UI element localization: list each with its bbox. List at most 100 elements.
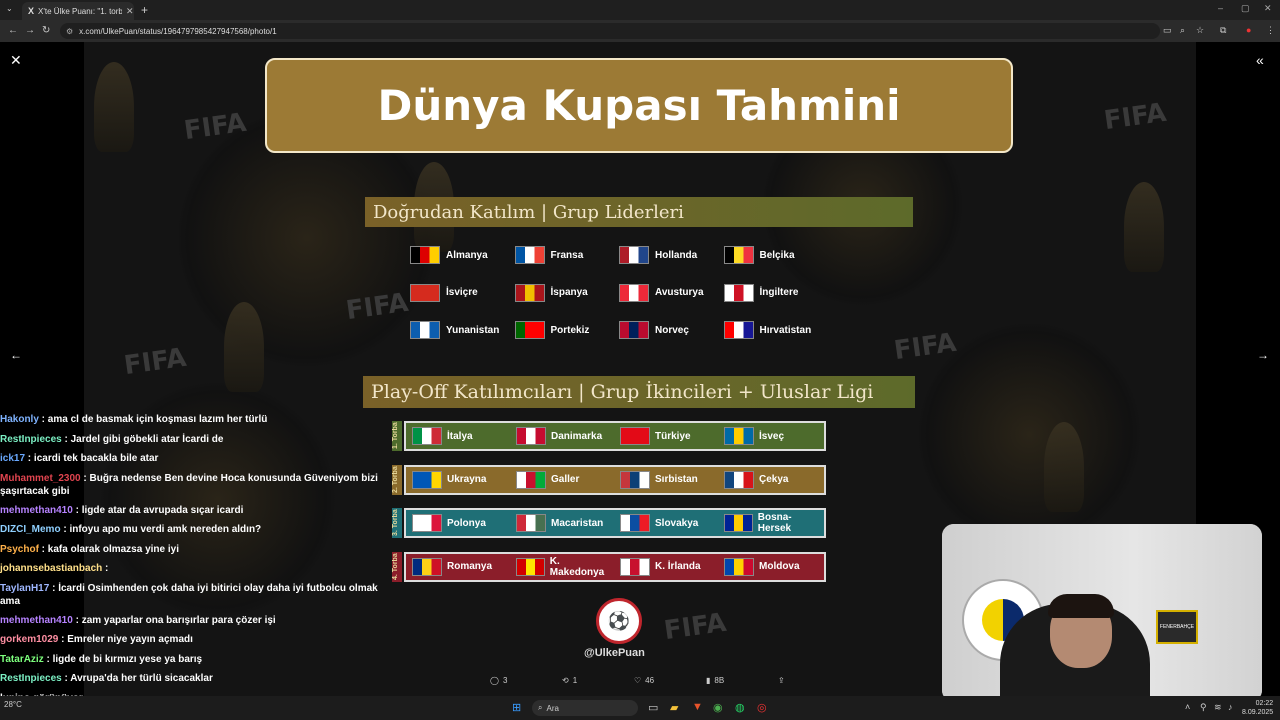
- views-count: 8B: [714, 676, 725, 685]
- profile-icon[interactable]: ●: [1246, 25, 1251, 35]
- clock-date: 8.09.2025: [1242, 709, 1274, 716]
- like-button[interactable]: ♡ 46: [634, 676, 654, 685]
- trophy-decoration: [94, 62, 134, 152]
- taskbar-search[interactable]: ⌕ Ara: [532, 700, 638, 716]
- wifi-icon[interactable]: ≋: [1214, 702, 1222, 713]
- chat-separator: :: [61, 433, 71, 445]
- share-button[interactable]: ⇪: [778, 676, 785, 685]
- whatsapp-icon[interactable]: ◍: [735, 701, 745, 714]
- country-name: Slovakya: [655, 517, 699, 529]
- forward-icon[interactable]: →: [25, 25, 35, 36]
- leader-item: Hollanda: [619, 246, 697, 264]
- chat-separator: :: [43, 653, 53, 665]
- chat-message: Hakonly : ama cl de basmak için koşması …: [0, 410, 400, 430]
- next-photo-icon[interactable]: →: [1257, 348, 1269, 362]
- collapse-panel-icon[interactable]: «: [1256, 52, 1264, 68]
- chat-text: infoyu apo mu verdi amk nereden aldın?: [69, 524, 262, 535]
- chat-message: gorkem1029 : Emreler niye yayın açmadı: [0, 630, 400, 650]
- taskbar-search-placeholder: Ara: [546, 703, 559, 713]
- chat-username[interactable]: RestInpieces: [0, 673, 62, 684]
- flag-england-icon: [723, 283, 754, 302]
- pot-country: Polonya: [406, 514, 510, 532]
- windows-start-icon[interactable]: ⊞: [512, 701, 521, 714]
- volume-icon[interactable]: ♪: [1228, 702, 1233, 712]
- chat-username[interactable]: Psychof: [0, 544, 39, 555]
- browser-tab[interactable]: X X'te Ülke Puanı: "1. torbada yer ✕: [22, 2, 134, 20]
- new-tab-button[interactable]: +: [141, 3, 148, 17]
- site-info-icon[interactable]: ⚙: [66, 27, 73, 36]
- tray-chevron-icon[interactable]: ˄: [1185, 702, 1190, 712]
- chat-username[interactable]: mehmethan410: [0, 505, 73, 516]
- search-icon: ⌕: [538, 703, 543, 712]
- flag-netherlands-icon: [619, 246, 649, 264]
- views-button[interactable]: ▮ 8B: [706, 676, 724, 685]
- zoom-icon[interactable]: ⌕: [1180, 25, 1185, 36]
- bookmark-star-icon[interactable]: ☆: [1196, 25, 1204, 36]
- trophy-decoration: [1124, 182, 1164, 272]
- weather-widget[interactable]: 28°C: [4, 700, 22, 709]
- chat-username[interactable]: DIZCI_Memo: [0, 524, 61, 535]
- country-flag-icon: [724, 514, 753, 532]
- stream-chat-overlay: Hakonly : ama cl de basmak için koşması …: [0, 410, 400, 708]
- section-leaders-title: Doğrudan Katılım | Grup Liderleri: [365, 197, 913, 227]
- country-name: İtalya: [447, 430, 473, 442]
- image-title: Dünya Kupası Tahmini: [377, 81, 901, 130]
- taskbar-clock[interactable]: 02:22 8.09.2025: [1242, 699, 1273, 717]
- reload-icon[interactable]: ↻: [42, 25, 50, 36]
- pot-row: Ukrayna Galler Sırbistan Çekya: [404, 464, 826, 495]
- flag-france-icon: [514, 246, 545, 264]
- maximize-icon[interactable]: ▢: [1241, 3, 1250, 14]
- flag-croatia-icon: [723, 321, 754, 339]
- chat-message: ick17 : icardi tek bacakla bile atar: [0, 449, 400, 469]
- cast-icon[interactable]: ▭: [1163, 25, 1172, 36]
- flag-spain-icon: [514, 283, 545, 302]
- brave-browser-icon[interactable]: ▼: [692, 701, 703, 713]
- pot-row: İtalya Danimarka Türkiye İsveç: [404, 421, 826, 451]
- pot-country: Macaristan: [510, 514, 614, 532]
- chat-username[interactable]: TatarAziz: [0, 654, 44, 665]
- pot-country: Danimarka: [510, 427, 614, 445]
- task-view-icon[interactable]: ▭: [648, 701, 658, 714]
- country-name: Türkiye: [655, 430, 691, 442]
- address-bar[interactable]: ⚙ x.com/UlkePuan/status/1964797985427947…: [60, 23, 1160, 39]
- reply-button[interactable]: ◯ 3: [490, 676, 507, 685]
- chat-username[interactable]: Muhammet_2300: [0, 473, 81, 484]
- chat-username[interactable]: gorkem1029: [0, 634, 58, 645]
- country-flag-icon: [620, 514, 650, 532]
- leader-item: Fransa: [514, 246, 583, 264]
- repost-button[interactable]: ⟲ 1: [562, 676, 577, 685]
- tab-search-icon[interactable]: ⌄: [6, 4, 13, 13]
- pot-country: Romanya: [406, 557, 510, 576]
- webcam-overlay: FENERBAHÇE: [942, 524, 1262, 702]
- app-icon[interactable]: ◎: [757, 701, 767, 714]
- chat-username[interactable]: mehmethan410: [0, 615, 73, 626]
- browser-tabbar: ⌄ X X'te Ülke Puanı: "1. torbada yer ✕ +…: [0, 0, 1280, 20]
- chat-message: Muhammet_2300 : Buğra nedense Ben devine…: [0, 469, 400, 501]
- country-name: Bosna-Hersek: [757, 512, 792, 534]
- pot-country: İtalya: [406, 427, 510, 445]
- chat-text: zam yaparlar ona barışırlar para çözer i…: [81, 614, 276, 626]
- previous-photo-icon[interactable]: ←: [10, 348, 22, 362]
- back-icon[interactable]: ←: [8, 25, 18, 36]
- menu-icon[interactable]: ⋮: [1266, 25, 1275, 36]
- extensions-icon[interactable]: ⧉: [1220, 25, 1226, 36]
- leader-name: Portekiz: [550, 324, 590, 336]
- minimize-icon[interactable]: –: [1218, 3, 1223, 13]
- chat-username[interactable]: TaylanH17: [0, 583, 49, 594]
- file-explorer-icon[interactable]: ▰: [670, 701, 678, 714]
- mic-icon[interactable]: ⚲: [1200, 702, 1207, 713]
- chat-username[interactable]: johannsebastianbach: [0, 563, 102, 574]
- chat-message: TatarAziz : ligde de bi kırmızı yese ya …: [0, 650, 400, 670]
- image-handle: @UlkePuan: [584, 647, 645, 659]
- tab-close-icon[interactable]: ✕: [126, 6, 134, 17]
- fifa-watermark: FIFA: [662, 607, 729, 647]
- chat-username[interactable]: ick17: [0, 453, 25, 464]
- chrome-icon[interactable]: ◉: [713, 701, 723, 714]
- fifa-watermark: FIFA: [1102, 97, 1169, 137]
- flag-austria-icon: [619, 283, 649, 302]
- window-close-icon[interactable]: ✕: [1264, 3, 1272, 14]
- chat-separator: :: [25, 453, 34, 464]
- chat-username[interactable]: Hakonly: [0, 414, 39, 425]
- close-viewer-icon[interactable]: ✕: [10, 52, 22, 69]
- chat-username[interactable]: RestInpieces: [0, 434, 62, 445]
